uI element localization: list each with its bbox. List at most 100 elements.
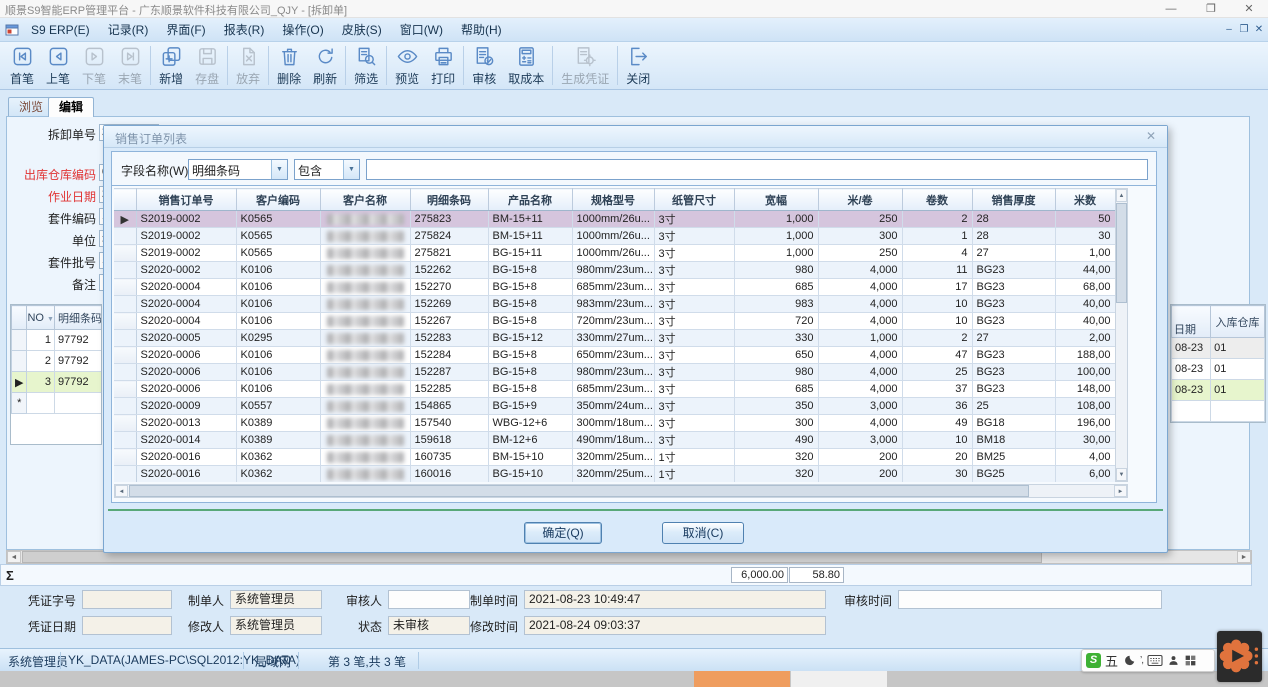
cell-barcode[interactable]: 97792 bbox=[54, 372, 102, 393]
operator-combo[interactable]: 包含 ▼ bbox=[294, 159, 360, 180]
scroll-right-icon[interactable]: ► bbox=[1237, 551, 1251, 563]
cell-customer-code[interactable]: K0362 bbox=[236, 466, 320, 483]
cell-customer-name[interactable] bbox=[320, 228, 410, 245]
cell-customer-code[interactable]: K0106 bbox=[236, 381, 320, 398]
cell-rolls[interactable]: 17 bbox=[902, 279, 972, 296]
cell-product-name[interactable]: BG-15+8 bbox=[488, 347, 572, 364]
cell-spec-model[interactable]: 350mm/24um... bbox=[572, 398, 654, 415]
col-date[interactable]: 日期 bbox=[1172, 306, 1211, 338]
cell-order-no[interactable]: S2020-0006 bbox=[136, 347, 236, 364]
cell-rolls[interactable]: 4 bbox=[902, 245, 972, 262]
cell-product-name[interactable]: BG-15+8 bbox=[488, 381, 572, 398]
order-row[interactable]: S2020-0002K0106152262BG-15+8980mm/23um..… bbox=[114, 262, 1115, 279]
cell-barcode[interactable]: 157540 bbox=[410, 415, 488, 432]
cell-warehouse[interactable]: 01 bbox=[1211, 380, 1265, 401]
cell-meters-per-roll[interactable]: 3,000 bbox=[818, 398, 902, 415]
cell-barcode[interactable]: 97792 bbox=[54, 330, 102, 351]
row-selector[interactable] bbox=[114, 296, 136, 313]
cell-meters-per-roll[interactable]: 3,000 bbox=[818, 432, 902, 449]
cell-customer-name[interactable] bbox=[320, 313, 410, 330]
cell-width[interactable]: 1,000 bbox=[734, 211, 818, 228]
order-row[interactable]: S2020-0013K0389157540WBG-12+6300mm/18um.… bbox=[114, 415, 1115, 432]
cell-tube-size[interactable]: 3寸 bbox=[654, 330, 734, 347]
row-selector[interactable] bbox=[114, 466, 136, 483]
cell-customer-code[interactable]: K0362 bbox=[236, 449, 320, 466]
cell-thickness[interactable]: BG23 bbox=[972, 364, 1055, 381]
cell-product-name[interactable]: BG-15+11 bbox=[488, 245, 572, 262]
cell-barcode[interactable]: 152285 bbox=[410, 381, 488, 398]
cell-warehouse[interactable]: 01 bbox=[1211, 338, 1265, 359]
cell-thickness[interactable]: BG23 bbox=[972, 347, 1055, 364]
menu-item-6[interactable]: 窗口(W) bbox=[391, 18, 452, 42]
cell-width[interactable]: 300 bbox=[734, 415, 818, 432]
row-selector[interactable] bbox=[114, 279, 136, 296]
cell-barcode[interactable]: 160735 bbox=[410, 449, 488, 466]
punctuation-icon[interactable]: ’, bbox=[1140, 655, 1143, 666]
cell-width[interactable]: 350 bbox=[734, 398, 818, 415]
cell-meters[interactable]: 2,00 bbox=[1055, 330, 1115, 347]
filter-value-input[interactable] bbox=[366, 159, 1148, 180]
moon-icon[interactable] bbox=[1122, 654, 1136, 668]
menu-item-5[interactable]: 皮肤(S) bbox=[333, 18, 391, 42]
cell-tube-size[interactable]: 3寸 bbox=[654, 398, 734, 415]
cell-product-name[interactable]: BG-15+8 bbox=[488, 364, 572, 381]
cell-meters-per-roll[interactable]: 200 bbox=[818, 466, 902, 483]
cell-barcode[interactable]: 154865 bbox=[410, 398, 488, 415]
col-order-no[interactable]: 销售订单号 bbox=[136, 189, 236, 211]
cell-customer-name[interactable] bbox=[320, 279, 410, 296]
cell-customer-name[interactable] bbox=[320, 211, 410, 228]
cell-order-no[interactable]: S2020-0005 bbox=[136, 330, 236, 347]
cell-tube-size[interactable]: 3寸 bbox=[654, 245, 734, 262]
cell-no[interactable]: 2 bbox=[27, 351, 55, 372]
cell-order-no[interactable]: S2020-0004 bbox=[136, 296, 236, 313]
person-icon[interactable] bbox=[1167, 654, 1180, 667]
sogou-ime-icon[interactable]: S bbox=[1086, 653, 1101, 668]
toolbar-preview-button[interactable]: 预览 bbox=[389, 42, 425, 89]
left-grid-row[interactable]: 2 97792 bbox=[12, 351, 103, 372]
row-selector[interactable] bbox=[114, 398, 136, 415]
cell-meters-per-roll[interactable]: 250 bbox=[818, 245, 902, 262]
cell-barcode[interactable]: 97792 bbox=[54, 351, 102, 372]
cell-order-no[interactable]: S2019-0002 bbox=[136, 245, 236, 262]
menu-item-1[interactable]: 记录(R) bbox=[99, 18, 158, 42]
cell-customer-code[interactable]: K0557 bbox=[236, 398, 320, 415]
cell-product-name[interactable]: BG-15+9 bbox=[488, 398, 572, 415]
toolbar-audit-button[interactable]: 审核 bbox=[466, 42, 502, 89]
col-tube-size[interactable]: 纸管尺寸 bbox=[654, 189, 734, 211]
menu-item-7[interactable]: 帮助(H) bbox=[452, 18, 511, 42]
cell-meters[interactable]: 44,00 bbox=[1055, 262, 1115, 279]
cell-meters[interactable]: 148,00 bbox=[1055, 381, 1115, 398]
cell-customer-code[interactable]: K0295 bbox=[236, 330, 320, 347]
cell-barcode[interactable]: 152267 bbox=[410, 313, 488, 330]
toolbar-print-button[interactable]: 打印 bbox=[425, 42, 461, 89]
order-row[interactable]: S2020-0016K0362160735BM-15+10320mm/25um.… bbox=[114, 449, 1115, 466]
right-grid-row[interactable]: 08-23 01 bbox=[1172, 338, 1265, 359]
order-row[interactable]: S2020-0009K0557154865BG-15+9350mm/24um..… bbox=[114, 398, 1115, 415]
cell-barcode[interactable]: 275823 bbox=[410, 211, 488, 228]
grid-horizontal-scrollbar[interactable]: ◄ ► bbox=[114, 484, 1128, 498]
cell-thickness[interactable]: BG23 bbox=[972, 279, 1055, 296]
cell-thickness[interactable]: 28 bbox=[972, 211, 1055, 228]
cell-tube-size[interactable]: 3寸 bbox=[654, 279, 734, 296]
cell-date[interactable]: 08-23 bbox=[1172, 380, 1211, 401]
cell-barcode[interactable]: 275821 bbox=[410, 245, 488, 262]
cell-meters[interactable]: 1,00 bbox=[1055, 245, 1115, 262]
cell-order-no[interactable]: S2020-0006 bbox=[136, 381, 236, 398]
cell-product-name[interactable]: BG-15+8 bbox=[488, 313, 572, 330]
cell-meters-per-roll[interactable]: 4,000 bbox=[818, 262, 902, 279]
cell-date[interactable]: 08-23 bbox=[1172, 338, 1211, 359]
cell-customer-name[interactable] bbox=[320, 262, 410, 279]
cell-rolls[interactable]: 1 bbox=[902, 228, 972, 245]
toolbox-icon[interactable] bbox=[1184, 654, 1197, 667]
cell-product-name[interactable]: BM-15+10 bbox=[488, 449, 572, 466]
cell-tube-size[interactable]: 3寸 bbox=[654, 296, 734, 313]
cell-width[interactable]: 320 bbox=[734, 466, 818, 483]
row-selector[interactable] bbox=[114, 262, 136, 279]
cell-customer-name[interactable] bbox=[320, 245, 410, 262]
cell-spec-model[interactable]: 983mm/23um... bbox=[572, 296, 654, 313]
taskbar-item[interactable] bbox=[791, 671, 887, 687]
cell-product-name[interactable]: BG-15+8 bbox=[488, 296, 572, 313]
mdi-close-icon[interactable]: ✕ bbox=[1252, 23, 1266, 37]
cell-customer-name[interactable] bbox=[320, 415, 410, 432]
tab-edit[interactable]: 编辑 bbox=[48, 97, 94, 117]
